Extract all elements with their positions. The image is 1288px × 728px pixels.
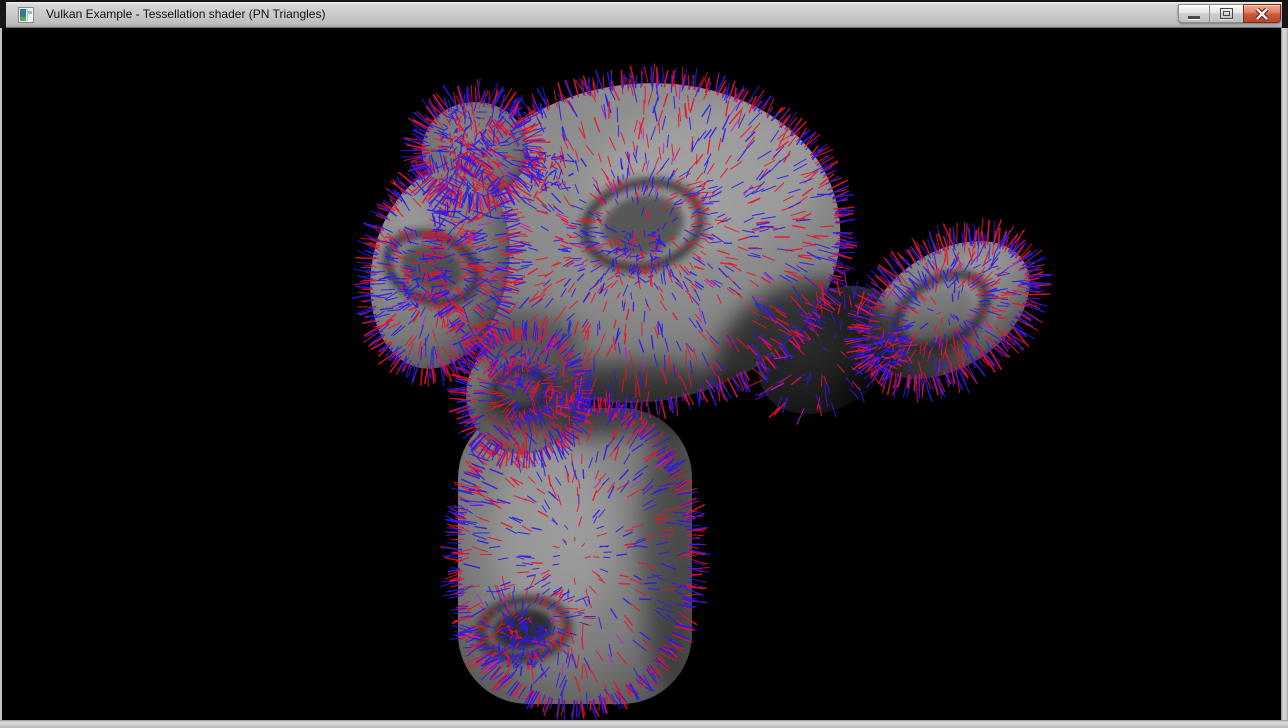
window-frame xyxy=(0,720,1288,728)
title-bar[interactable]: Vulkan Example - Tessellation shader (PN… xyxy=(6,2,1282,28)
window-controls xyxy=(1179,4,1281,23)
maximize-icon xyxy=(1220,8,1233,19)
app-icon xyxy=(18,7,34,23)
window-frame xyxy=(1281,28,1288,720)
window-frame xyxy=(1282,2,1288,28)
window-frame xyxy=(0,28,2,720)
model-render xyxy=(8,28,1280,720)
minimize-button[interactable] xyxy=(1178,4,1210,23)
close-button[interactable] xyxy=(1243,4,1281,23)
minimize-icon xyxy=(1188,16,1200,19)
app-window: Vulkan Example - Tessellation shader (PN… xyxy=(0,0,1288,728)
window-title: Vulkan Example - Tessellation shader (PN… xyxy=(46,2,325,27)
close-icon xyxy=(1255,8,1269,20)
maximize-button[interactable] xyxy=(1209,4,1244,23)
render-viewport[interactable] xyxy=(8,28,1280,720)
